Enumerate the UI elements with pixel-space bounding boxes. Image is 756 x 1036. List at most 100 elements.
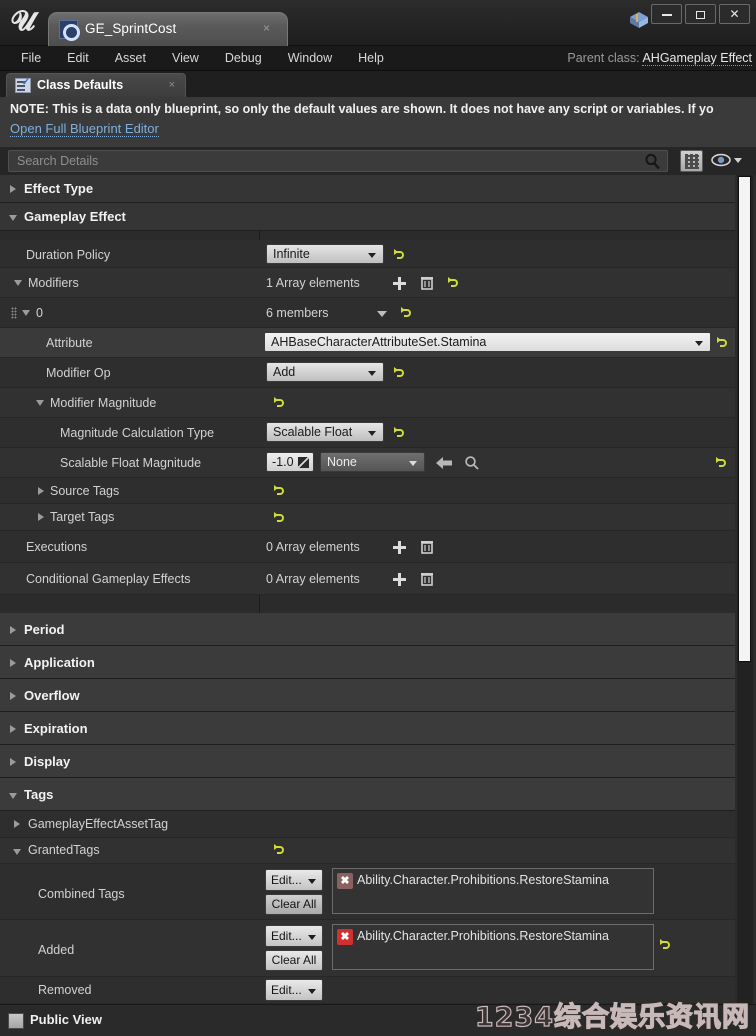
category-display[interactable]: Display [0, 745, 735, 778]
chevron-right-icon[interactable] [14, 820, 20, 828]
close-icon[interactable]: × [169, 79, 175, 91]
chevron-down-icon[interactable] [13, 849, 21, 855]
magnitude-calc-type-dropdown[interactable]: Scalable Float [266, 422, 384, 442]
category-application[interactable]: Application [0, 646, 735, 679]
public-view-checkbox[interactable] [8, 1013, 24, 1029]
category-tags[interactable]: Tags [0, 778, 735, 811]
revert-icon[interactable] [399, 306, 412, 319]
menu-items: File Edit Asset View Debug Window Help [8, 46, 397, 71]
revert-icon[interactable] [446, 276, 459, 289]
tag-chip-label: Ability.Character.Prohibitions.RestoreSt… [357, 873, 609, 887]
chevron-right-icon[interactable] [38, 487, 44, 495]
search-placeholder: Search Details [17, 154, 99, 168]
unreal-logo-icon: 𝓤 [11, 6, 35, 36]
menu-edit[interactable]: Edit [54, 46, 102, 71]
added-tags-edit-button[interactable]: Edit... [265, 925, 323, 947]
revert-icon[interactable] [715, 336, 728, 349]
visibility-options-button[interactable] [710, 151, 744, 170]
row-added-tags: Added Edit... Clear All ✖ Ability.Charac… [0, 920, 735, 977]
curve-table-dropdown[interactable]: None [320, 452, 425, 472]
scalable-float-number: -1.0 [272, 455, 294, 469]
tab-class-defaults[interactable]: Class Defaults × [6, 73, 186, 97]
revert-icon[interactable] [392, 426, 405, 439]
revert-icon[interactable] [392, 366, 405, 379]
executions-count: 0 Array elements [266, 540, 360, 554]
chevron-down-icon[interactable] [36, 400, 44, 406]
menu-help[interactable]: Help [345, 46, 397, 71]
remove-tag-icon[interactable]: ✖ [337, 873, 353, 889]
attribute-dropdown[interactable]: AHBaseCharacterAttributeSet.Stamina [264, 332, 711, 352]
add-icon[interactable] [393, 573, 406, 586]
unreal-editor-window: 𝓤 GE_SprintCost × ✕ File Edit Asset View [0, 0, 756, 1036]
scalable-float-value-input[interactable]: -1.0 [266, 452, 314, 472]
row-combined-tags: Combined Tags Edit... Clear All ✖ Abilit… [0, 864, 735, 920]
category-effect-type[interactable]: Effect Type [0, 175, 735, 203]
asset-tab[interactable]: GE_SprintCost × [48, 12, 288, 46]
parent-class-value[interactable]: AHGameplay Effect [642, 51, 752, 66]
added-tags-edit-label: Edit... [271, 929, 302, 943]
maximize-button[interactable] [685, 4, 716, 24]
drag-handle-icon[interactable] [11, 307, 17, 319]
removed-tags-edit-button[interactable]: Edit... [265, 979, 323, 1001]
use-selected-asset-icon[interactable] [436, 456, 453, 475]
revert-icon[interactable] [714, 456, 727, 469]
menu-asset[interactable]: Asset [102, 46, 159, 71]
category-expiration[interactable]: Expiration [0, 712, 735, 745]
delete-icon[interactable] [421, 572, 433, 586]
combined-tags-list[interactable]: ✖ Ability.Character.Prohibitions.Restore… [332, 868, 654, 914]
modifier-op-dropdown[interactable]: Add [266, 362, 384, 382]
grid-view-button[interactable] [680, 150, 703, 172]
details-scrollbar-thumb[interactable] [738, 176, 751, 662]
revert-icon[interactable] [272, 511, 285, 524]
revert-icon[interactable] [392, 248, 405, 261]
menu-debug[interactable]: Debug [212, 46, 275, 71]
close-icon[interactable]: × [260, 22, 273, 35]
tab-class-defaults-label: Class Defaults [37, 78, 124, 92]
open-full-blueprint-editor-link[interactable]: Open Full Blueprint Editor [10, 121, 159, 137]
remove-tag-icon[interactable]: ✖ [337, 929, 353, 945]
menu-file[interactable]: File [8, 46, 54, 71]
menu-view[interactable]: View [159, 46, 212, 71]
category-period[interactable]: Period [0, 613, 735, 646]
category-period-label: Period [24, 622, 65, 637]
combined-tags-label: Combined Tags [38, 887, 125, 901]
chevron-down-icon[interactable] [22, 310, 30, 316]
row-magnitude-calculation-type: Magnitude Calculation Type Scalable Floa… [0, 418, 735, 448]
minimize-button[interactable] [651, 4, 682, 24]
chevron-right-icon [10, 626, 16, 634]
combined-tags-edit-button[interactable]: Edit... [265, 869, 323, 891]
modifier-element-0-members: 6 members [266, 306, 329, 320]
curve-table-value: None [327, 455, 357, 469]
details-scrollbar-track[interactable] [737, 175, 753, 1004]
asset-tab-label: GE_SprintCost [85, 21, 177, 36]
add-icon[interactable] [393, 541, 406, 554]
delete-icon[interactable] [421, 540, 433, 554]
added-tags-clear-all-button[interactable]: Clear All [265, 950, 323, 971]
delete-icon[interactable] [421, 276, 433, 290]
menu-bar: File Edit Asset View Debug Window Help P… [0, 46, 756, 71]
category-application-label: Application [24, 655, 95, 670]
combined-tags-clear-all-button[interactable]: Clear All [265, 894, 323, 915]
category-overflow[interactable]: Overflow [0, 679, 735, 712]
close-button[interactable]: ✕ [719, 4, 750, 24]
added-tags-list[interactable]: ✖ Ability.Character.Prohibitions.Restore… [332, 924, 654, 970]
row-modifier-op: Modifier Op Add [0, 358, 735, 388]
menu-window[interactable]: Window [275, 46, 345, 71]
modifier-magnitude-label: Modifier Magnitude [50, 396, 157, 410]
revert-icon[interactable] [272, 484, 285, 497]
revert-icon[interactable] [272, 396, 285, 409]
duration-policy-dropdown[interactable]: Infinite [266, 244, 384, 264]
search-input[interactable]: Search Details [8, 150, 668, 172]
browse-icon[interactable] [464, 455, 480, 476]
chevron-down-icon[interactable] [14, 280, 22, 286]
revert-icon[interactable] [658, 938, 671, 951]
add-icon[interactable] [393, 277, 406, 290]
category-gameplay-effect[interactable]: Gameplay Effect [0, 203, 735, 231]
revert-icon[interactable] [272, 843, 285, 856]
title-bar: 𝓤 GE_SprintCost × ✕ [0, 0, 756, 46]
chevron-right-icon[interactable] [38, 513, 44, 521]
chevron-down-icon[interactable] [377, 311, 387, 317]
drag-value-icon[interactable] [298, 457, 309, 468]
row-executions: Executions 0 Array elements [0, 531, 735, 563]
row-target-tags: Target Tags [0, 504, 735, 531]
